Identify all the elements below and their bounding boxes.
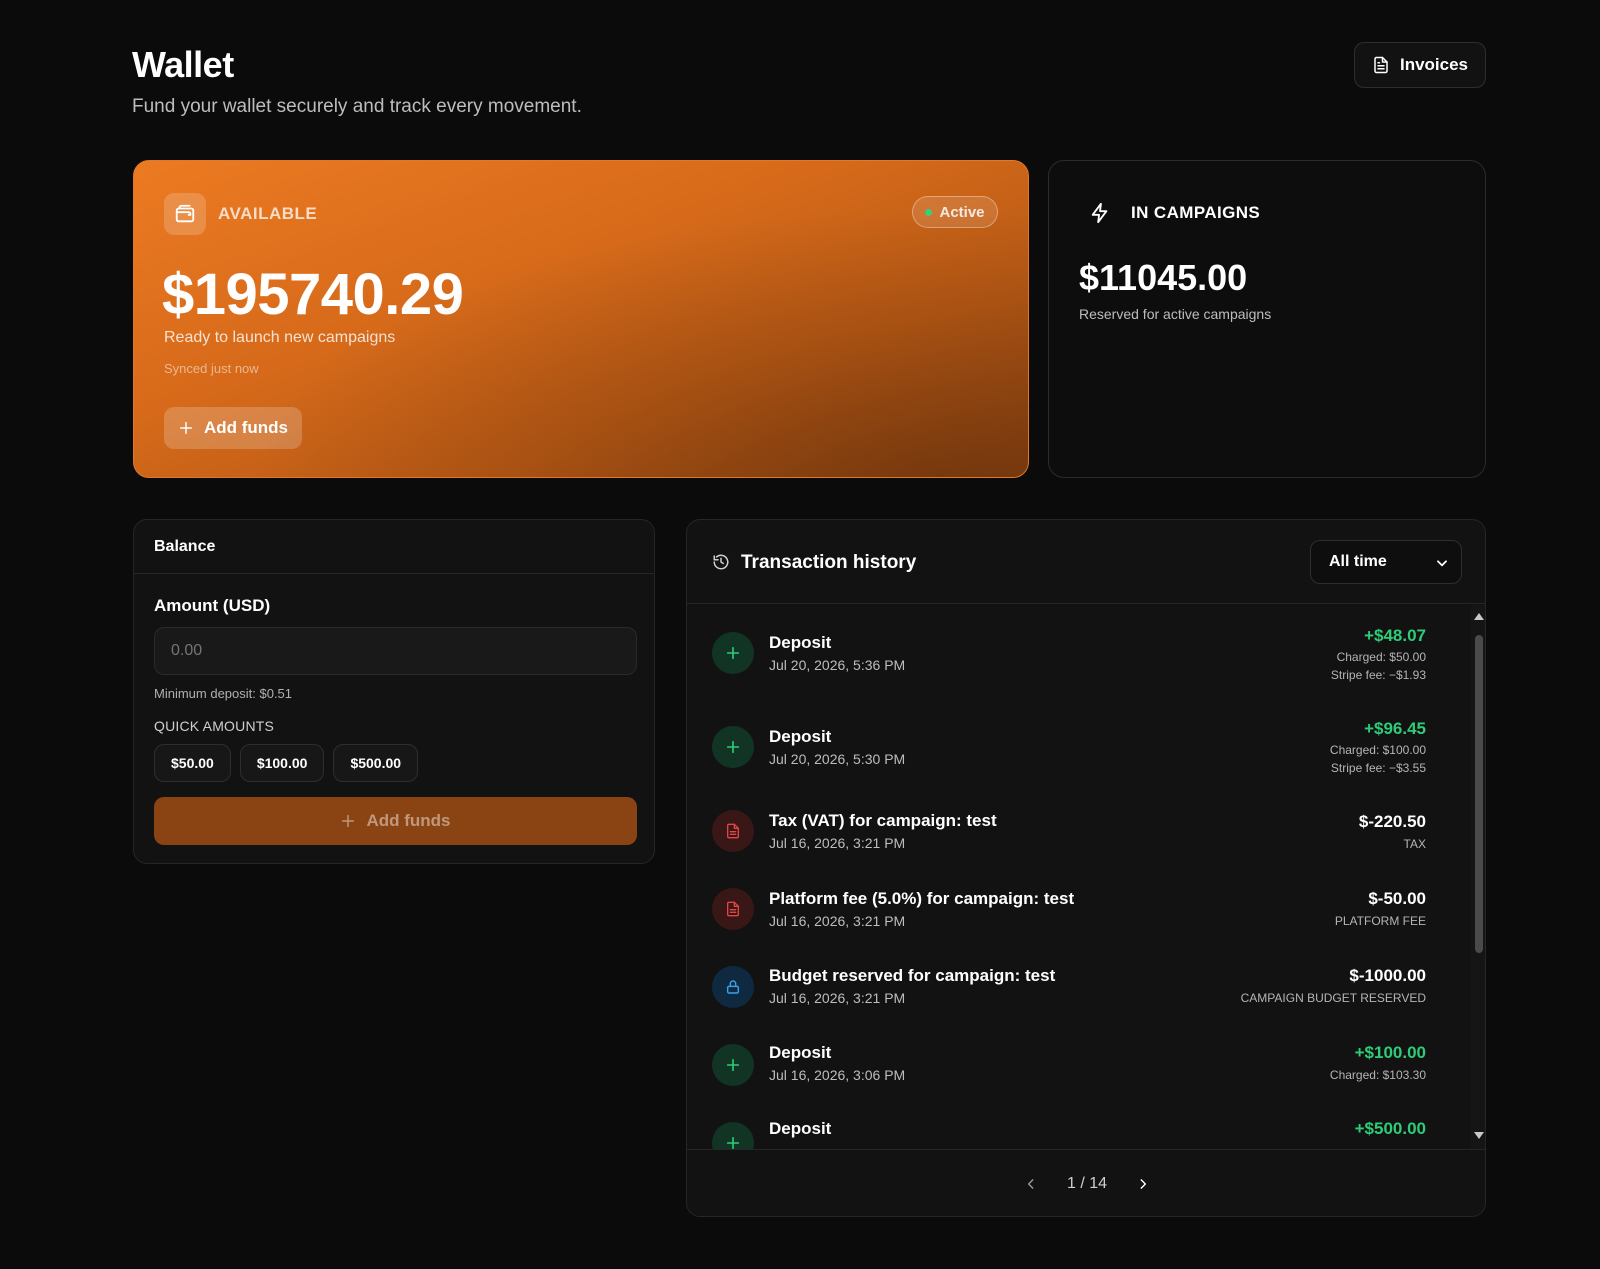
quick-amount-button[interactable]: $50.00 [154,744,231,782]
chevron-right-icon [1140,1179,1147,1189]
transaction-amount: $-1000.00 [1349,966,1426,985]
history-icon [713,554,729,570]
scroll-up-arrow[interactable] [1474,613,1484,620]
transaction-charged: Charged: $50.00 [1336,650,1426,664]
plus-icon [712,1122,754,1149]
transaction-charged: Charged: $103.30 [1329,1068,1426,1082]
transaction-history-panel: Transaction history All time Deposit Jul… [686,519,1486,1217]
minimum-deposit-note: Minimum deposit: $0.51 [154,686,293,701]
transaction-date: Jul 16, 2026, 3:21 PM [769,990,906,1006]
amount-label: Amount (USD) [154,596,271,615]
transaction-date: Jul 16, 2026, 3:21 PM [769,913,906,929]
amount-input[interactable] [154,627,637,675]
wallet-icon [164,193,206,235]
plus-icon [179,421,193,435]
submit-add-funds-label: Add funds [366,811,451,830]
campaigns-amount: $11045.00 [1079,257,1248,298]
transaction-type: PLATFORM FEE [1334,914,1426,928]
transaction-name: Tax (VAT) for campaign: test [769,811,997,830]
transaction-amount: $-50.00 [1368,889,1426,908]
available-balance-card: AVAILABLE Active $195740.29 Ready to lau… [133,160,1029,478]
available-description: Ready to launch new campaigns [164,329,396,346]
page-indicator: 1 / 14 [1066,1175,1108,1192]
transaction-scrollbar[interactable] [1471,605,1485,1149]
quick-amounts: $50.00 $100.00 $500.00 [154,744,419,782]
status-dot [925,208,933,216]
add-funds-label: Add funds [203,418,289,437]
transaction-date: Jul 16, 2026, 3:06 PM [769,1067,906,1083]
balance-panel: Balance Amount (USD) Minimum deposit: $0… [133,519,655,864]
invoices-label: Invoices [1399,55,1469,74]
transaction-title: Transaction history [741,552,917,573]
transaction-type: CAMPAIGN BUDGET RESERVED [1240,991,1426,1005]
transaction-charged: Charged: $100.00 [1329,743,1426,757]
balance-title: Balance [134,520,654,574]
transaction-amount: +$100.00 [1354,1043,1426,1062]
transaction-date: Jul 20, 2026, 5:30 PM [769,751,906,767]
quick-amount-button[interactable]: $500.00 [333,744,419,782]
page-subtitle: Fund your wallet securely and track ever… [132,96,582,117]
transaction-date: Jul 20, 2026, 5:36 PM [769,657,906,673]
transaction-type: TAX [1403,837,1426,851]
transaction-name: Platform fee (5.0%) for campaign: test [769,889,1075,908]
lock-icon [712,966,754,1008]
lightning-icon [1091,202,1108,224]
time-filter-value: All time [1329,553,1387,570]
transaction-stripe-fee: Stripe fee: −$1.93 [1330,668,1426,682]
time-filter-select[interactable]: All time [1310,540,1462,584]
available-label: AVAILABLE [218,204,318,223]
transaction-amount: $-220.50 [1358,812,1426,831]
transaction-name: Budget reserved for campaign: test [769,966,1056,985]
transaction-list: Deposit Jul 20, 2026, 5:36 PM +$48.07 Ch… [687,605,1471,1149]
transaction-date: Jul 16, 2026, 3:21 PM [769,835,906,851]
campaigns-description: Reserved for active campaigns [1079,306,1272,322]
transaction-name: Deposit [769,1043,832,1062]
page-title: Wallet [132,44,234,85]
document-icon [1374,56,1388,74]
in-campaigns-card: IN CAMPAIGNS $11045.00 Reserved for acti… [1048,160,1486,478]
plus-icon [712,726,754,768]
pagination: 1 / 14 [687,1149,1485,1216]
scroll-down-arrow[interactable] [1474,1132,1484,1139]
transaction-amount: +$48.07 [1364,626,1426,645]
transaction-header: Transaction history All time [687,520,1485,604]
invoices-button[interactable]: Invoices [1354,42,1486,88]
transaction-stripe-fee: Stripe fee: −$3.55 [1330,761,1426,775]
transaction-name: Deposit [769,633,832,652]
plus-icon [712,1044,754,1086]
add-funds-button[interactable]: Add funds [164,407,302,449]
chevron-left-icon [1027,1179,1034,1189]
quick-amounts-label: QUICK AMOUNTS [154,718,275,734]
quick-amount-button[interactable]: $100.00 [239,744,325,782]
status-label: Active [939,203,985,221]
receipt-icon [712,888,754,930]
plus-icon [342,814,355,828]
transaction-name: Deposit [769,727,832,746]
status-badge: Active [912,196,998,228]
sync-status: Synced just now [164,361,259,376]
transaction-amount: +$96.45 [1364,719,1426,738]
receipt-icon [712,810,754,852]
transaction-name: Deposit [769,1119,832,1138]
scrollbar-thumb[interactable] [1475,635,1483,953]
plus-icon [712,632,754,674]
transaction-amount: +$500.00 [1354,1119,1426,1138]
next-page-button[interactable] [1133,1174,1153,1194]
submit-add-funds-button[interactable]: Add funds [154,797,637,845]
chevron-down-icon [1437,560,1447,567]
available-amount: $195740.29 [162,262,464,327]
campaigns-label: IN CAMPAIGNS [1131,203,1261,222]
prev-page-button[interactable] [1021,1174,1041,1194]
